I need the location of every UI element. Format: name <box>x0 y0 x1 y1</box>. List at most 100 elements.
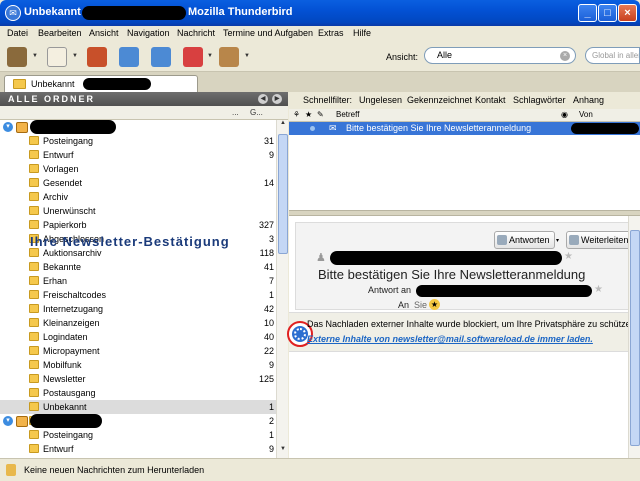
folder-row-archiv[interactable]: Archiv <box>0 190 276 204</box>
title-bar[interactable]: ✉ Unbekannt - Mozilla Thunderbird _ □ × <box>0 0 640 26</box>
folder-row-newsletter[interactable]: Newsletter 125 <box>0 372 276 386</box>
forward-icon <box>569 235 579 245</box>
redacted-account-name <box>83 78 151 90</box>
chevron-down-icon[interactable]: ▼ <box>244 53 250 59</box>
expand-toggle-icon[interactable]: ▾ <box>3 122 13 132</box>
tab-unbekannt[interactable]: Unbekannt <box>4 75 198 92</box>
scroll-up-icon[interactable]: ▲ <box>278 120 288 132</box>
folder-row-unbekannt[interactable]: Unbekannt 1 <box>0 400 276 414</box>
folder-row-gesendet[interactable]: Gesendet 14 <box>0 176 276 190</box>
folder-row-kleinanzeigen[interactable]: Kleinanzeigen 10 <box>0 316 276 330</box>
folder-icon <box>29 332 39 341</box>
account-row[interactable]: ▾ <box>0 414 276 428</box>
menu-datei[interactable]: Datei <box>7 28 28 38</box>
folder-row-posteingang[interactable]: Posteingang 1 <box>0 428 276 442</box>
minimize-button[interactable]: _ <box>578 4 597 22</box>
folder-row-erhan[interactable]: Erhan 7 <box>0 274 276 288</box>
star-icon[interactable]: ★ <box>429 299 440 310</box>
folder-row-papierkorb[interactable]: Papierkorb 327 <box>0 218 276 232</box>
offline-status-icon[interactable] <box>6 464 16 476</box>
menu-hilfe[interactable]: Hilfe <box>353 28 371 38</box>
maximize-button[interactable]: □ <box>598 4 617 22</box>
thunderbird-app-icon: ✉ <box>5 5 21 21</box>
menu-navigation[interactable]: Navigation <box>127 28 170 38</box>
reply-button[interactable] <box>116 45 142 69</box>
folder-row-logindaten[interactable]: Logindaten 40 <box>0 330 276 344</box>
delete-button[interactable] <box>180 45 206 69</box>
column-subject[interactable]: Betreff <box>336 110 359 119</box>
folder-icon <box>29 290 39 299</box>
clear-icon[interactable]: × <box>560 51 570 61</box>
address-book-button[interactable] <box>84 45 110 69</box>
prev-view-icon[interactable]: ◀ <box>258 94 268 104</box>
attachment-column-icon[interactable]: ✎ <box>317 110 324 119</box>
folder-scrollbar[interactable]: ▲ ▼ <box>276 120 288 458</box>
allow-remote-content-link[interactable]: Externe Inhalte von newsletter@mail.soft… <box>307 334 593 344</box>
message-scrollbar[interactable] <box>628 216 640 458</box>
archive-button[interactable] <box>216 45 242 69</box>
get-mail-button[interactable] <box>4 45 30 69</box>
thread-column-icon[interactable]: ⚘ <box>293 110 300 119</box>
view-select[interactable]: Alle × <box>424 47 576 64</box>
chevron-down-icon[interactable]: ▼ <box>207 53 213 59</box>
person-icon: ♟ <box>316 252 326 264</box>
filter-attachment-button[interactable]: Anhang <box>573 95 604 105</box>
forward-button[interactable] <box>148 45 174 69</box>
forward-message-button[interactable]: Weiterleiten <box>566 231 634 249</box>
filter-tags-button[interactable]: Schlagwörter <box>513 95 566 105</box>
search-input[interactable]: Global in allen <box>585 47 640 64</box>
menu-ansicht[interactable]: Ansicht <box>89 28 119 38</box>
star-icon[interactable]: ★ <box>564 251 573 262</box>
status-text: Keine neuen Nachrichten zum Herunterlade… <box>24 465 205 475</box>
folder-name: Auktionsarchiv <box>43 248 102 258</box>
archive-icon <box>29 192 39 201</box>
folder-row-bekannte[interactable]: Bekannte 41 <box>0 260 276 274</box>
quick-filter-label: Schnellfilter: <box>303 95 353 105</box>
filter-contact-button[interactable]: Kontakt <box>475 95 506 105</box>
folder-name: Mobilfunk <box>43 360 82 370</box>
expand-toggle-icon[interactable]: ▾ <box>3 416 13 426</box>
menu-termine-und-aufgaben[interactable]: Termine und Aufgaben <box>223 28 313 38</box>
menu-nachricht[interactable]: Nachricht <box>177 28 215 38</box>
next-view-icon[interactable]: ▶ <box>272 94 282 104</box>
folder-count: 42 <box>263 304 274 314</box>
chevron-down-icon[interactable]: ▼ <box>32 53 38 59</box>
folder-row-entwurf[interactable]: Entwurf 9 <box>0 442 276 456</box>
filter-unread-button[interactable]: Ungelesen <box>359 95 402 105</box>
folder-row-posteingang[interactable]: Posteingang 31 <box>0 134 276 148</box>
star-icon[interactable]: ★ <box>594 284 603 295</box>
folder-row-unerw-nscht[interactable]: Unerwünscht <box>0 204 276 218</box>
close-button[interactable]: × <box>618 4 637 22</box>
star-column-icon[interactable]: ★ <box>305 110 312 119</box>
write-button[interactable] <box>44 45 70 69</box>
folder-name: Vorlagen <box>43 164 79 174</box>
scrollbar-thumb[interactable] <box>278 134 288 254</box>
folder-row-micropayment[interactable]: Micropayment 22 <box>0 344 276 358</box>
folder-row-entwurf[interactable]: Entwurf 9 <box>0 148 276 162</box>
column-picker[interactable]: ... <box>232 108 239 117</box>
scrollbar-thumb[interactable] <box>630 230 640 446</box>
delete-icon <box>183 47 203 67</box>
filter-flagged-button[interactable]: Gekennzeichnet <box>407 95 472 105</box>
reply-message-button[interactable]: Antworten <box>494 231 555 249</box>
chevron-down-icon[interactable]: ▾ <box>556 237 559 244</box>
gear-icon[interactable] <box>294 328 306 340</box>
trash-icon <box>29 220 39 229</box>
folder-count: 1 <box>268 430 274 440</box>
to-value[interactable]: Sie <box>414 300 427 310</box>
menu-bearbeiten[interactable]: Bearbeiten <box>38 28 82 38</box>
message-row[interactable]: ✉ Bitte bestätigen Sie Ihre Newsletteran… <box>289 122 640 135</box>
folder-row-mobilfunk[interactable]: Mobilfunk 9 <box>0 358 276 372</box>
column-from[interactable]: Von <box>579 110 593 119</box>
read-column-icon[interactable]: ◉ <box>561 110 568 119</box>
folder-row-internetzugang[interactable]: Internetzugang 42 <box>0 302 276 316</box>
column-total[interactable]: G... <box>250 108 263 117</box>
scroll-down-icon[interactable]: ▼ <box>278 446 288 458</box>
account-row[interactable]: ▾ <box>0 120 276 134</box>
menu-extras[interactable]: Extras <box>318 28 344 38</box>
folder-row-freischaltcodes[interactable]: Freischaltcodes 1 <box>0 288 276 302</box>
folder-name: Bekannte <box>43 262 82 272</box>
folder-row-vorlagen[interactable]: Vorlagen <box>0 162 276 176</box>
chevron-down-icon[interactable]: ▼ <box>72 53 78 59</box>
folder-row-postausgang[interactable]: Postausgang <box>0 386 276 400</box>
